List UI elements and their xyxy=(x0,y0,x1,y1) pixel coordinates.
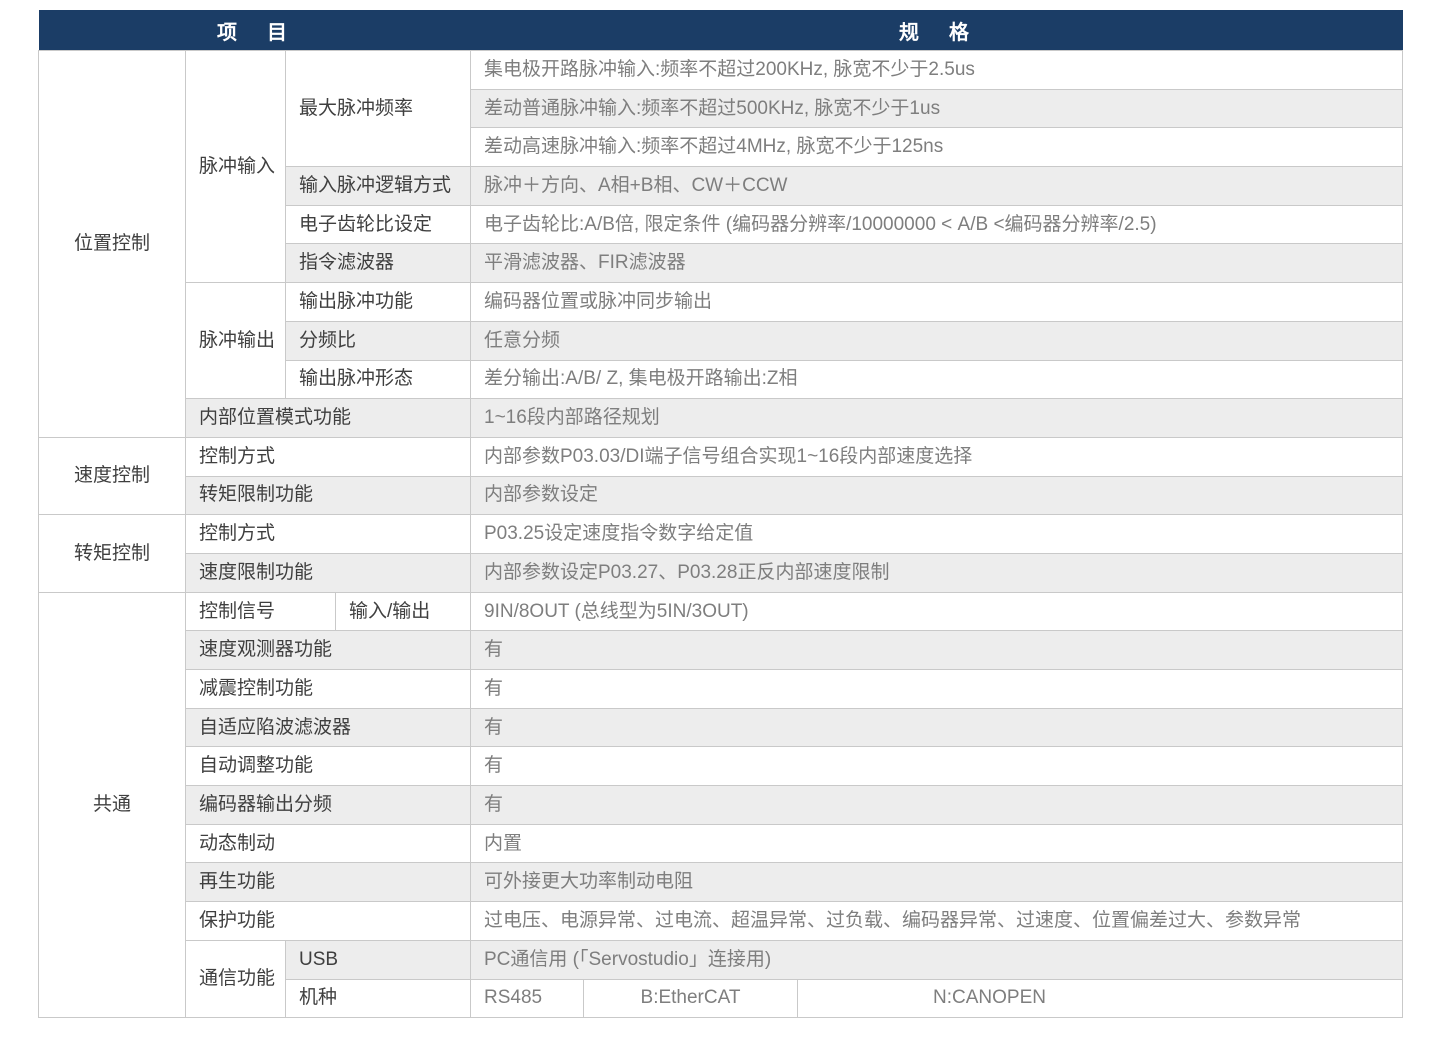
table-row: 速度限制功能 内部参数设定P03.27、P03.28正反内部速度限制 xyxy=(39,553,1403,592)
spec-value-differential-normal: 差动普通脉冲输入:频率不超过500KHz, 脉宽不少于1us xyxy=(471,89,1403,128)
group-label-torque-control: 转矩控制 xyxy=(39,515,186,592)
spec-value-protection: 过电压、电源异常、过电流、超温异常、过负载、编码器异常、过速度、位置偏差过大、参… xyxy=(471,902,1403,941)
table-row: 速度观测器功能 有 xyxy=(39,631,1403,670)
header-row: 项 目 规 格 xyxy=(39,10,1403,51)
row-label-torque-limit: 转矩限制功能 xyxy=(186,476,471,515)
spec-value-speed-limit: 内部参数设定P03.27、P03.28正反内部速度限制 xyxy=(471,553,1403,592)
spec-value-auto-tuning: 有 xyxy=(471,747,1403,786)
table-row: 动态制动 内置 xyxy=(39,824,1403,863)
spec-value-rs485: RS485 xyxy=(471,979,584,1018)
section-label-communication: 通信功能 xyxy=(186,940,286,1017)
row-label-protection: 保护功能 xyxy=(186,902,471,941)
row-label-max-pulse-frequency: 最大脉冲频率 xyxy=(286,51,471,167)
spec-value-output-pulse-function: 编码器位置或脉冲同步输出 xyxy=(471,283,1403,322)
header-spec: 规 格 xyxy=(471,10,1403,51)
spec-value-open-collector: 集电极开路脉冲输入:频率不超过200KHz, 脉宽不少于2.5us xyxy=(471,51,1403,90)
spec-value-canopen: N:CANOPEN xyxy=(798,979,1403,1018)
row-label-division-ratio: 分频比 xyxy=(286,321,471,360)
spec-value-torque-limit: 内部参数设定 xyxy=(471,476,1403,515)
row-label-model: 机种 xyxy=(286,979,471,1018)
row-label-electronic-gear: 电子齿轮比设定 xyxy=(286,205,471,244)
table-row: 脉冲输出 输出脉冲功能 编码器位置或脉冲同步输出 xyxy=(39,283,1403,322)
table-row: 自适应陷波滤波器 有 xyxy=(39,708,1403,747)
row-label-usb: USB xyxy=(286,940,471,979)
table-row: 速度控制 控制方式 内部参数P03.03/DI端子信号组合实现1~16段内部速度… xyxy=(39,437,1403,476)
table-row: 转矩限制功能 内部参数设定 xyxy=(39,476,1403,515)
row-label-control-signal: 控制信号 xyxy=(186,592,336,631)
spec-value-torque-control-mode: P03.25设定速度指令数字给定值 xyxy=(471,515,1403,554)
table-row: 位置控制 脉冲输入 最大脉冲频率 集电极开路脉冲输入:频率不超过200KHz, … xyxy=(39,51,1403,90)
row-label-regeneration: 再生功能 xyxy=(186,863,471,902)
table-row: 转矩控制 控制方式 P03.25设定速度指令数字给定值 xyxy=(39,515,1403,554)
group-label-common: 共通 xyxy=(39,592,186,1018)
table-row: 内部位置模式功能 1~16段内部路径规划 xyxy=(39,399,1403,438)
spec-table-container: 项 目 规 格 位置控制 脉冲输入 最大脉冲频率 集电极开路脉冲输入:频率不超过… xyxy=(38,10,1403,1018)
table-row: 保护功能 过电压、电源异常、过电流、超温异常、过负载、编码器异常、过速度、位置偏… xyxy=(39,902,1403,941)
row-label-vibration-suppression: 减震控制功能 xyxy=(186,670,471,709)
table-row: 自动调整功能 有 xyxy=(39,747,1403,786)
spec-value-electronic-gear: 电子齿轮比:A/B倍, 限定条件 (编码器分辨率/10000000 < A/B … xyxy=(471,205,1403,244)
section-label-pulse-input: 脉冲输入 xyxy=(186,51,286,283)
spec-value-pulse-logic: 脉冲＋方向、A相+B相、CW＋CCW xyxy=(471,167,1403,206)
row-label-internal-position-mode: 内部位置模式功能 xyxy=(186,399,471,438)
spec-value-speed-control-mode: 内部参数P03.03/DI端子信号组合实现1~16段内部速度选择 xyxy=(471,437,1403,476)
spec-value-vibration-suppression: 有 xyxy=(471,670,1403,709)
spec-value-division-ratio: 任意分频 xyxy=(471,321,1403,360)
row-label-speed-observer: 速度观测器功能 xyxy=(186,631,471,670)
spec-value-internal-position-mode: 1~16段内部路径规划 xyxy=(471,399,1403,438)
row-label-torque-control-mode: 控制方式 xyxy=(186,515,471,554)
row-label-command-filter: 指令滤波器 xyxy=(286,244,471,283)
row-label-encoder-output-division: 编码器输出分频 xyxy=(186,786,471,825)
spec-value-output-pulse-form: 差分输出:A/B/ Z, 集电极开路输出:Z相 xyxy=(471,360,1403,399)
spec-value-control-signal: 9IN/8OUT (总线型为5IN/3OUT) xyxy=(471,592,1403,631)
spec-value-dynamic-brake: 内置 xyxy=(471,824,1403,863)
spec-table: 项 目 规 格 位置控制 脉冲输入 最大脉冲频率 集电极开路脉冲输入:频率不超过… xyxy=(38,10,1403,1018)
spec-value-command-filter: 平滑滤波器、FIR滤波器 xyxy=(471,244,1403,283)
spec-value-regeneration: 可外接更大功率制动电阻 xyxy=(471,863,1403,902)
row-label-auto-tuning: 自动调整功能 xyxy=(186,747,471,786)
spec-value-usb: PC通信用 (「Servostudio」连接用) xyxy=(471,940,1403,979)
spec-value-speed-observer: 有 xyxy=(471,631,1403,670)
row-label-pulse-logic: 输入脉冲逻辑方式 xyxy=(286,167,471,206)
spec-value-encoder-output-division: 有 xyxy=(471,786,1403,825)
row-label-dynamic-brake: 动态制动 xyxy=(186,824,471,863)
row-label-output-pulse-form: 输出脉冲形态 xyxy=(286,360,471,399)
table-row: 通信功能 USB PC通信用 (「Servostudio」连接用) xyxy=(39,940,1403,979)
row-label-speed-limit: 速度限制功能 xyxy=(186,553,471,592)
table-row: 减震控制功能 有 xyxy=(39,670,1403,709)
group-label-position-control: 位置控制 xyxy=(39,51,186,438)
row-label-output-pulse-function: 输出脉冲功能 xyxy=(286,283,471,322)
group-label-speed-control: 速度控制 xyxy=(39,437,186,514)
header-item: 项 目 xyxy=(39,10,471,51)
spec-value-differential-high-speed: 差动高速脉冲输入:频率不超过4MHz, 脉宽不少于125ns xyxy=(471,128,1403,167)
row-label-adaptive-notch-filter: 自适应陷波滤波器 xyxy=(186,708,471,747)
spec-value-ethercat: B:EtherCAT xyxy=(584,979,798,1018)
table-row: 再生功能 可外接更大功率制动电阻 xyxy=(39,863,1403,902)
spec-value-adaptive-notch-filter: 有 xyxy=(471,708,1403,747)
section-label-pulse-output: 脉冲输出 xyxy=(186,283,286,399)
table-row: 共通 控制信号 输入/输出 9IN/8OUT (总线型为5IN/3OUT) xyxy=(39,592,1403,631)
row-label-speed-control-mode: 控制方式 xyxy=(186,437,471,476)
table-row: 编码器输出分频 有 xyxy=(39,786,1403,825)
row-label-control-signal-io: 输入/输出 xyxy=(336,592,471,631)
